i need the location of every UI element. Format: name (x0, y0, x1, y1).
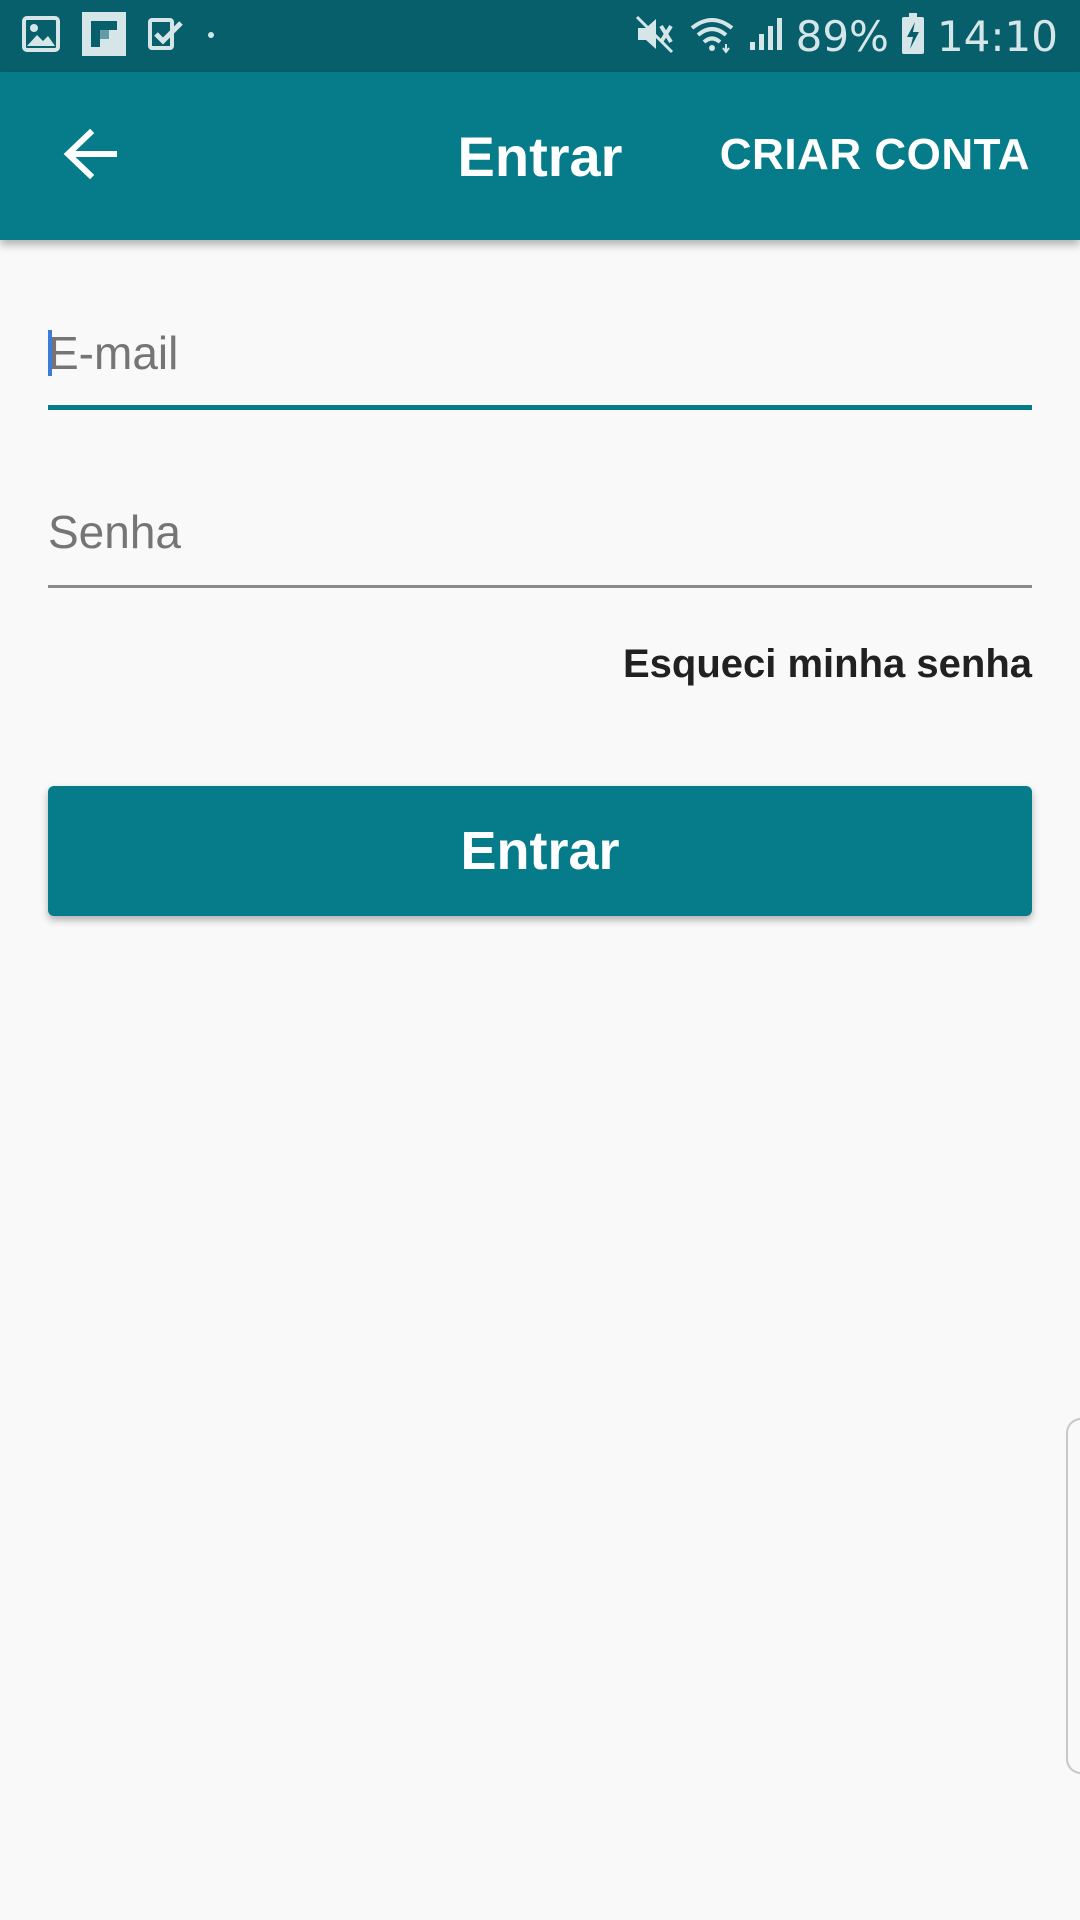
email-field[interactable] (48, 300, 1032, 405)
check-icon (148, 16, 184, 57)
create-account-button[interactable]: CRIAR CONTA (720, 130, 1030, 180)
app-bar: Entrar CRIAR CONTA (0, 72, 1080, 240)
text-cursor (48, 330, 52, 376)
battery-percent: 89% (795, 11, 889, 61)
login-button[interactable]: Entrar (48, 786, 1032, 916)
notification-icons (22, 11, 238, 61)
forgot-password-link[interactable]: Esqueci minha senha (623, 642, 1032, 687)
password-field-container (48, 478, 1032, 588)
dot-icon (206, 27, 216, 45)
edge-panel-handle[interactable] (1066, 1418, 1080, 1774)
email-field-container (48, 300, 1032, 410)
flipboard-icon (82, 11, 126, 61)
password-field[interactable] (48, 478, 1032, 585)
status-bar: 89% 14:10 (0, 0, 1080, 72)
system-icons: 89% 14:10 (622, 12, 1058, 61)
gallery-icon (22, 15, 60, 57)
mute-icon (634, 14, 676, 59)
clock: 14:10 (936, 11, 1058, 61)
wifi-icon (688, 14, 736, 59)
signal-icon (748, 16, 784, 57)
battery-charging-icon (901, 12, 925, 60)
